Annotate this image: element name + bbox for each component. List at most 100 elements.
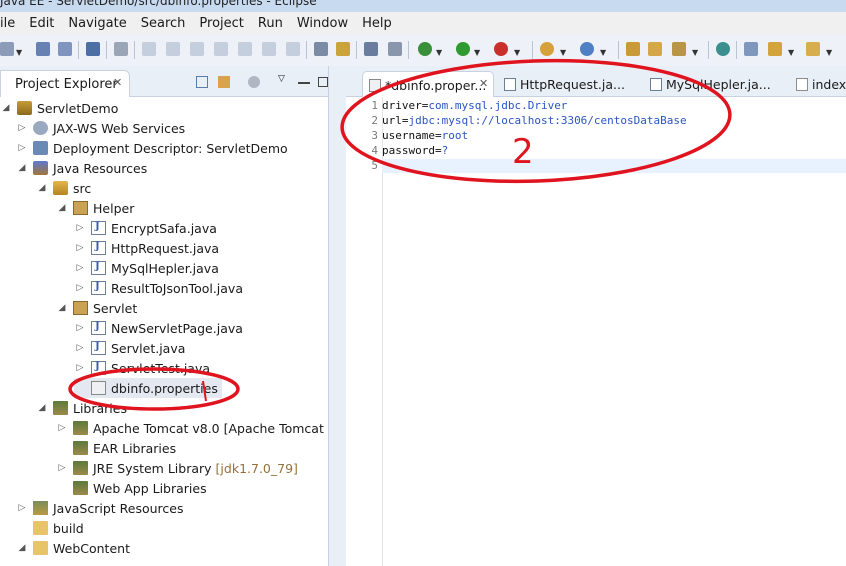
filter-icon[interactable]: [248, 76, 260, 88]
tab-index[interactable]: index.: [792, 71, 846, 96]
menu-edit[interactable]: Edit: [22, 16, 61, 31]
use-step-filters-icon[interactable]: [336, 42, 350, 56]
collapsed-arrow-icon[interactable]: ▷: [74, 283, 86, 293]
step-return-icon[interactable]: [286, 42, 300, 56]
tree-item-java-resources[interactable]: ◢ Java Resources: [16, 158, 148, 178]
tree-item-httprequest[interactable]: ▷HttpRequest.java: [74, 238, 220, 258]
tree-item-helper[interactable]: ◢ Helper: [56, 198, 135, 218]
tab-mysqlhepler[interactable]: MySqlHepler.ja...: [646, 71, 776, 96]
panel-splitter[interactable]: [328, 66, 346, 566]
tab-project-explorer[interactable]: Project Explorer ✕: [0, 70, 130, 97]
tree-item-src[interactable]: ◢ src: [36, 178, 92, 198]
collapsed-arrow-icon[interactable]: ▷: [74, 323, 86, 333]
tree-item-libraries[interactable]: ◢ Libraries: [36, 398, 127, 418]
current-code-line[interactable]: [382, 159, 846, 173]
collapsed-arrow-icon[interactable]: ▷: [56, 423, 68, 433]
tree-item-ear-libraries[interactable]: EAR Libraries: [56, 438, 176, 458]
step-into-icon[interactable]: [238, 42, 252, 56]
tree-item-build[interactable]: build: [16, 518, 84, 538]
new-dropdown-icon[interactable]: ▼: [16, 48, 22, 57]
expanded-arrow-icon[interactable]: ◢: [0, 103, 12, 113]
debug-icon[interactable]: [418, 42, 432, 56]
code-line[interactable]: username=root: [382, 129, 468, 142]
terminate-icon[interactable]: [190, 42, 204, 56]
run-icon[interactable]: [456, 42, 470, 56]
collapse-all-icon[interactable]: [196, 76, 208, 88]
tree-item-servlettest[interactable]: ▷ServletTest.java: [74, 358, 210, 378]
toggle-block-icon[interactable]: [364, 42, 378, 56]
drop-to-frame-icon[interactable]: [314, 42, 328, 56]
collapsed-arrow-icon[interactable]: ▷: [74, 223, 86, 233]
menu-run[interactable]: Run: [251, 16, 290, 31]
open-type-icon[interactable]: [626, 42, 640, 56]
tab-httprequest[interactable]: HttpRequest.ja...: [500, 71, 625, 96]
menu-window[interactable]: Window: [290, 16, 355, 31]
tree-item-servlet-package[interactable]: ◢ Servlet: [56, 298, 138, 318]
tree-item-jre[interactable]: ▷ JRE System Library [jdk1.7.0_79]: [56, 458, 298, 478]
expanded-arrow-icon[interactable]: ◢: [56, 203, 68, 213]
tree-item-webcontent[interactable]: ◢ WebContent: [16, 538, 130, 558]
view-menu-icon[interactable]: ▽: [278, 74, 290, 86]
collapsed-arrow-icon[interactable]: ▷: [16, 123, 28, 133]
collapsed-arrow-icon[interactable]: ▷: [74, 343, 86, 353]
code-line[interactable]: url=jdbc:mysql://localhost:3306/centosDa…: [382, 114, 687, 127]
tree-item-jaxws[interactable]: ▷ JAX-WS Web Services: [16, 118, 186, 138]
collapsed-arrow-icon[interactable]: ▷: [74, 263, 86, 273]
resume-icon[interactable]: [142, 42, 156, 56]
tree-item-deployment[interactable]: ▷ Deployment Descriptor: ServletDemo: [16, 138, 288, 158]
menu-project[interactable]: Project: [192, 16, 250, 31]
text-editor[interactable]: 1 driver=com.mysql.jdbc.Driver 2 url=jdb…: [346, 97, 846, 566]
collapsed-arrow-icon[interactable]: ▷: [56, 463, 68, 473]
collapsed-arrow-icon[interactable]: ▷: [16, 143, 28, 153]
tree-item-dbinfo-properties[interactable]: dbinfo.properties: [74, 378, 222, 398]
tree-item-tomcat[interactable]: ▷ Apache Tomcat v8.0 [Apache Tomcat v8.: [56, 418, 348, 438]
code-line[interactable]: password=?: [382, 144, 448, 157]
search-icon[interactable]: [672, 42, 686, 56]
menu-file[interactable]: ile: [0, 16, 22, 31]
next-edit-icon[interactable]: [768, 42, 782, 56]
external-tools-dropdown-icon[interactable]: ▼: [514, 48, 520, 57]
menu-help[interactable]: Help: [355, 16, 399, 31]
expanded-arrow-icon[interactable]: ◢: [16, 543, 28, 553]
debug-dropdown-icon[interactable]: ▼: [436, 48, 442, 57]
show-whitespace-icon[interactable]: [388, 42, 402, 56]
expanded-arrow-icon[interactable]: ◢: [36, 183, 48, 193]
minimize-icon[interactable]: [298, 82, 310, 86]
new-java-project-icon[interactable]: [540, 42, 554, 56]
suspend-icon[interactable]: [166, 42, 180, 56]
globe-icon[interactable]: [716, 42, 730, 56]
tree-item-encryptsafa[interactable]: ▷EncryptSafa.java: [74, 218, 217, 238]
code-line[interactable]: driver=com.mysql.jdbc.Driver: [382, 99, 567, 112]
close-icon[interactable]: ✕: [479, 77, 488, 90]
tree-item-mysqlhepler[interactable]: ▷MySqlHepler.java: [74, 258, 219, 278]
tab-dbinfo-properties[interactable]: *dbinfo.proper... ✕: [362, 71, 494, 97]
back-dropdown-icon[interactable]: ▼: [826, 48, 832, 57]
menu-search[interactable]: Search: [134, 16, 193, 31]
tree-item-servletdemo[interactable]: ◢ ServletDemo: [0, 98, 119, 118]
tree-item-javascript-resources[interactable]: ▷ JavaScript Resources: [16, 498, 184, 518]
next-annotation-icon[interactable]: [744, 42, 758, 56]
new-class-dropdown-icon[interactable]: ▼: [600, 48, 606, 57]
new-icon[interactable]: [0, 42, 14, 56]
collapsed-arrow-icon[interactable]: ▷: [74, 243, 86, 253]
back-icon[interactable]: [806, 42, 820, 56]
step-over-icon[interactable]: [262, 42, 276, 56]
expanded-arrow-icon[interactable]: ◢: [16, 163, 28, 173]
next-edit-dropdown-icon[interactable]: ▼: [788, 48, 794, 57]
tree-item-resulttojsontool[interactable]: ▷ResultToJsonTool.java: [74, 278, 243, 298]
maximize-icon[interactable]: [318, 77, 328, 87]
new-project-dropdown-icon[interactable]: ▼: [560, 48, 566, 57]
link-editor-icon[interactable]: [218, 76, 230, 88]
collapsed-arrow-icon[interactable]: ▷: [74, 363, 86, 373]
run-dropdown-icon[interactable]: ▼: [474, 48, 480, 57]
save-all-icon[interactable]: [58, 42, 72, 56]
tree-item-webapp-libraries[interactable]: Web App Libraries: [56, 478, 207, 498]
tree-item-newservletpage[interactable]: ▷NewServletPage.java: [74, 318, 243, 338]
save-icon[interactable]: [36, 42, 50, 56]
close-icon[interactable]: ✕: [113, 76, 122, 89]
expanded-arrow-icon[interactable]: ◢: [56, 303, 68, 313]
expanded-arrow-icon[interactable]: ◢: [36, 403, 48, 413]
disconnect-icon[interactable]: [214, 42, 228, 56]
collapsed-arrow-icon[interactable]: ▷: [16, 503, 28, 513]
console-icon[interactable]: [86, 42, 100, 56]
